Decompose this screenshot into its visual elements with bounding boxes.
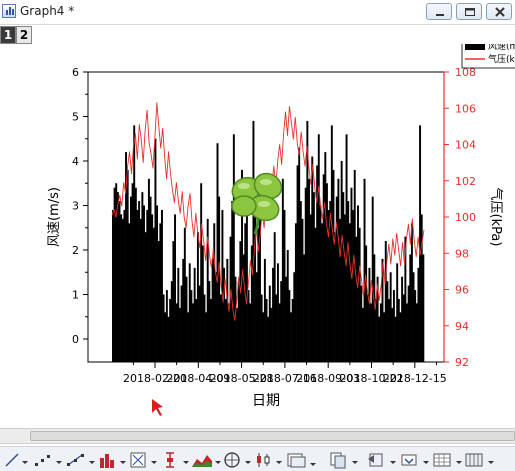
- grid-tool-button[interactable]: [464, 451, 486, 469]
- layer-tab-1[interactable]: 1: [0, 26, 16, 44]
- y-tick-label: 2: [72, 244, 79, 257]
- stock-tool-icon: [257, 453, 270, 467]
- legend[interactable]: 风速(m/s) 气压(kPa): [461, 44, 515, 69]
- y-tick-label: 3: [72, 200, 79, 213]
- box-tool-icon: [130, 452, 146, 468]
- y2-tick-label: 104: [455, 139, 476, 152]
- y2-tick-label: 92: [455, 356, 469, 369]
- close-icon: [495, 7, 505, 17]
- dropdown-tool-button[interactable]: [399, 451, 421, 469]
- y-tick-label: 1: [72, 289, 79, 302]
- scatter-tool-icon: [35, 455, 50, 466]
- line-tool-icon: [5, 453, 19, 467]
- legend-label-pressure: 气压(kPa): [488, 53, 515, 65]
- error-bar-tool-icon: [166, 452, 174, 468]
- merge-tool-icon: [287, 453, 306, 468]
- y-tick-label: 4: [72, 155, 79, 168]
- graph-window-icon: [2, 4, 16, 18]
- graph-page: 0123456 92949698100102104106108 2018-02-…: [47, 44, 515, 416]
- line-tool-button[interactable]: [4, 451, 20, 469]
- left-axis-ticks: 0 1 2 3 4 5 6: [72, 66, 88, 346]
- y2-tick-label: 94: [455, 320, 469, 333]
- frame-tool-icon: [433, 453, 451, 467]
- minimize-icon: [436, 14, 444, 16]
- layer-tab-2[interactable]: 2: [16, 26, 32, 44]
- y2-tick-label: 98: [455, 247, 469, 260]
- merge-tool-button[interactable]: [286, 451, 308, 469]
- restore-icon: [465, 8, 475, 16]
- y-tick-label: 6: [72, 66, 79, 79]
- y2-tick-label: 96: [455, 284, 469, 297]
- area-tool-button[interactable]: [191, 451, 213, 469]
- column-tool-button[interactable]: [98, 451, 118, 469]
- line-symbol-tool-button[interactable]: [66, 451, 86, 469]
- x-tick-label: 2018-12-15: [383, 372, 447, 385]
- layer-tool-button[interactable]: [328, 451, 350, 469]
- line-symbol-tool-icon: [67, 454, 84, 466]
- area-tool-icon: [192, 455, 212, 467]
- frame-tool-button[interactable]: [432, 451, 454, 469]
- wind-speed-bars: [112, 120, 425, 363]
- error-bar-tool-button[interactable]: [161, 451, 181, 469]
- polar-tool-button[interactable]: [223, 451, 243, 469]
- close-button[interactable]: [486, 3, 512, 20]
- right-axis-ticks: 92949698100102104106108: [444, 66, 476, 369]
- y-tick-label: 5: [72, 111, 79, 124]
- polar-tool-icon: [224, 452, 240, 468]
- restore-button[interactable]: [456, 3, 482, 20]
- horizontal-scrollbar[interactable]: [0, 428, 515, 444]
- legend-bar-swatch: [465, 44, 485, 50]
- legend-label-wind: 风速(m/s): [488, 44, 515, 52]
- y2-tick-label: 102: [455, 175, 476, 188]
- x-axis-ticks: 2018-02-202018-04-092018-05-282018-07-16…: [123, 362, 447, 385]
- y2-tick-label: 100: [455, 211, 476, 224]
- dropdown-tool-icon: [401, 454, 417, 466]
- stock-tool-button[interactable]: [254, 451, 274, 469]
- layer-tool-icon: [330, 452, 346, 469]
- window-title: Graph4 *: [20, 4, 75, 18]
- x-axis-label: 日期: [252, 393, 280, 409]
- grid-tool-icon: [465, 453, 483, 467]
- window-title-bar: Graph4 *: [0, 0, 515, 25]
- y-axis-label: 风速(m/s): [47, 187, 62, 247]
- mouse-cursor-icon: [152, 399, 163, 416]
- group-tool-icon: [368, 453, 383, 467]
- y-tick-label: 0: [72, 333, 79, 346]
- group-tool-button[interactable]: [366, 451, 388, 469]
- graph-toolbar: [0, 446, 515, 471]
- scatter-tool-button[interactable]: [33, 451, 53, 469]
- box-tool-button[interactable]: [129, 451, 149, 469]
- minimize-button[interactable]: [426, 3, 452, 20]
- wind-speed-bar: [422, 254, 425, 362]
- column-tool-icon: [100, 454, 114, 468]
- clover-icon: [231, 172, 283, 235]
- y2-tick-label: 106: [455, 102, 476, 115]
- y2-axis-label: 气压(kPa): [488, 188, 504, 247]
- scrollbar-thumb[interactable]: [30, 431, 515, 441]
